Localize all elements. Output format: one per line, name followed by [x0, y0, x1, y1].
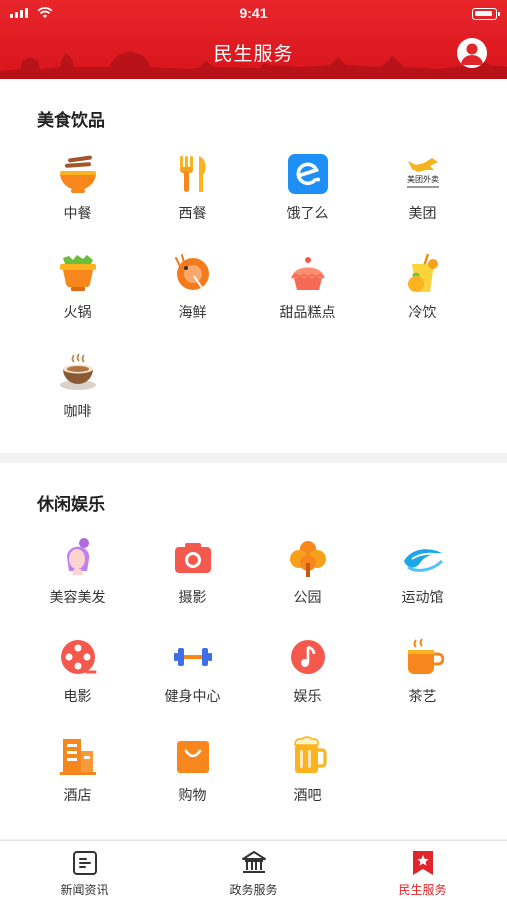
hotpot-icon — [57, 252, 99, 294]
beauty-icon — [57, 537, 99, 579]
category-label: 甜品糕点 — [279, 304, 336, 320]
category-label: 公园 — [293, 589, 322, 605]
tab-label: 政务服务 — [229, 883, 278, 897]
bookmark-star-icon — [412, 851, 433, 875]
category-item-meituan[interactable]: 美团外卖 美团 — [365, 147, 480, 246]
category-label: 运动馆 — [401, 589, 444, 605]
category-label: 酒吧 — [293, 787, 322, 803]
meituan-logo-icon: 美团外卖 — [402, 153, 444, 195]
cold-drink-icon — [402, 252, 444, 294]
category-item-sports-venue[interactable]: 运动馆 — [365, 531, 480, 630]
tab-label: 民生服务 — [398, 883, 447, 897]
category-label: 健身中心 — [164, 688, 221, 704]
shopping-bag-icon — [172, 735, 214, 777]
category-label: 西餐 — [178, 205, 207, 221]
government-building-icon — [241, 851, 266, 873]
news-icon — [72, 851, 97, 875]
app-header: 9:41 民生服务 — [0, 0, 507, 79]
category-item-hotpot[interactable]: 火锅 — [20, 246, 135, 345]
food-grid: 中餐 西餐 饿了么 美团外卖 美团 火锅 海鲜 甜品糕点 冷饮 咖啡 — [20, 147, 480, 444]
eleme-logo-icon — [287, 153, 329, 195]
food-drink-section: 美食饮品 中餐 西餐 饿了么 美团外卖 美团 火锅 海鲜 甜品糕点 冷饮 咖啡 — [0, 79, 507, 453]
category-item-bar[interactable]: 酒吧 — [250, 729, 365, 828]
beer-mug-icon — [287, 735, 329, 777]
category-item-chinese-food[interactable]: 中餐 — [20, 147, 135, 246]
film-reel-icon — [57, 636, 99, 678]
status-bar: 9:41 — [0, 0, 507, 28]
camera-icon — [172, 537, 214, 579]
tea-cup-icon — [402, 636, 444, 678]
category-item-park[interactable]: 公园 — [250, 531, 365, 630]
bottom-tab-bar: 新闻资讯 政务服务 民生服务 — [0, 840, 507, 900]
category-label: 购物 — [178, 787, 207, 803]
category-label: 美团 — [408, 205, 437, 221]
category-label: 酒店 — [63, 787, 92, 803]
tab-news[interactable]: 新闻资讯 — [0, 841, 169, 900]
dumbbell-icon — [172, 636, 214, 678]
category-label: 咖啡 — [63, 403, 92, 419]
tab-government-services[interactable]: 政务服务 — [169, 841, 338, 900]
category-item-movies[interactable]: 电影 — [20, 630, 135, 729]
category-label: 娱乐 — [293, 688, 322, 704]
category-item-desserts[interactable]: 甜品糕点 — [250, 246, 365, 345]
category-item-photography[interactable]: 摄影 — [135, 531, 250, 630]
battery-icon — [472, 8, 500, 20]
category-item-shopping[interactable]: 购物 — [135, 729, 250, 828]
wave-icon — [402, 537, 444, 579]
leisure-grid: 美容美发 摄影 公园 运动馆 电影 健身中心 娱乐 茶艺 酒店 购物 酒吧 — [20, 531, 480, 828]
category-item-beauty[interactable]: 美容美发 — [20, 531, 135, 630]
category-label: 中餐 — [63, 205, 92, 221]
category-label: 火锅 — [63, 304, 92, 320]
category-item-hotel[interactable]: 酒店 — [20, 729, 135, 828]
category-item-coffee[interactable]: 咖啡 — [20, 345, 135, 444]
category-label: 海鲜 — [178, 304, 207, 320]
section-title: 美食饮品 — [37, 111, 105, 130]
category-label: 冷饮 — [408, 304, 437, 320]
shrimp-icon — [172, 252, 214, 294]
user-avatar-icon[interactable] — [457, 38, 487, 68]
tree-icon — [287, 537, 329, 579]
category-item-cold-drinks[interactable]: 冷饮 — [365, 246, 480, 345]
coffee-cup-icon — [57, 351, 99, 393]
tab-label: 新闻资讯 — [60, 883, 109, 897]
category-item-tea[interactable]: 茶艺 — [365, 630, 480, 729]
category-label: 茶艺 — [408, 688, 437, 704]
noodle-bowl-icon — [57, 153, 99, 195]
page-title: 民生服务 — [213, 44, 294, 65]
category-item-eleme[interactable]: 饿了么 — [250, 147, 365, 246]
category-label: 饿了么 — [286, 205, 329, 221]
fork-knife-icon — [172, 153, 214, 195]
category-item-entertainment[interactable]: 娱乐 — [250, 630, 365, 729]
category-item-fitness[interactable]: 健身中心 — [135, 630, 250, 729]
category-label: 摄影 — [178, 589, 207, 605]
section-title: 休闲娱乐 — [37, 495, 105, 514]
tab-livelihood-services[interactable]: 民生服务 — [338, 841, 507, 900]
meituan-logo-text: 美团外卖 — [407, 174, 439, 184]
leisure-entertainment-section: 休闲娱乐 美容美发 摄影 公园 运动馆 电影 健身中心 娱乐 茶艺 酒店 购物 … — [0, 463, 507, 839]
hotel-building-icon — [57, 735, 99, 777]
cake-icon — [287, 252, 329, 294]
category-label: 电影 — [63, 688, 92, 704]
category-item-seafood[interactable]: 海鲜 — [135, 246, 250, 345]
music-note-icon — [287, 636, 329, 678]
status-time: 9:41 — [239, 5, 268, 21]
category-label: 美容美发 — [49, 589, 106, 605]
category-item-western-food[interactable]: 西餐 — [135, 147, 250, 246]
